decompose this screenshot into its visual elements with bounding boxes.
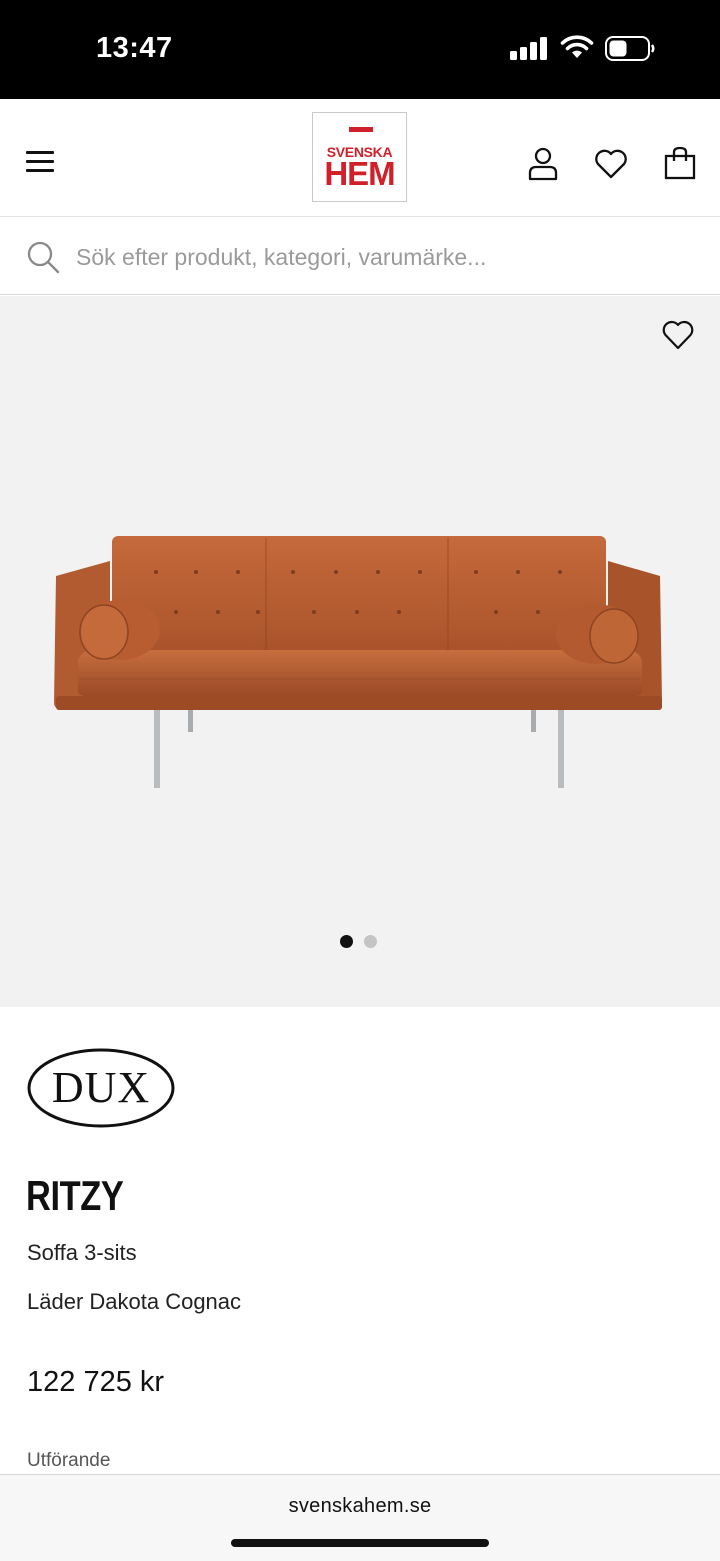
status-bar: 13:47 [0, 0, 720, 99]
wifi-icon [560, 35, 594, 58]
battery-icon [605, 36, 655, 61]
menu-icon[interactable] [26, 151, 54, 173]
search-icon[interactable] [26, 240, 60, 274]
carousel-dot-active[interactable] [340, 935, 353, 948]
search-bar [0, 218, 720, 295]
user-icon[interactable] [527, 147, 559, 181]
browser-url-bar[interactable]: svenskahem.se [0, 1474, 720, 1561]
product-price: 122 725 kr [27, 1366, 165, 1398]
search-input[interactable] [76, 238, 676, 276]
product-material: Läder Dakota Cognac [27, 1289, 242, 1314]
home-indicator[interactable] [231, 1539, 489, 1547]
product-name: RITZY [26, 1172, 124, 1219]
logo-bar [349, 127, 373, 132]
cellular-signal-icon [510, 36, 550, 60]
site-header: SVENSKA HEM [0, 99, 720, 217]
carousel-dot[interactable] [364, 935, 377, 948]
site-logo[interactable]: SVENSKA HEM [312, 112, 407, 202]
bag-icon[interactable] [664, 146, 696, 180]
heart-icon[interactable] [594, 149, 628, 179]
status-time: 13:47 [96, 32, 173, 64]
logo-main-text: HEM [324, 155, 395, 192]
variant-label: Utförande [27, 1450, 111, 1471]
url-text[interactable]: svenskahem.se [0, 1495, 720, 1518]
sofa-image [54, 536, 662, 788]
favorite-heart-icon[interactable] [662, 320, 694, 350]
product-image-gallery[interactable] [0, 296, 720, 1007]
brand-logo[interactable]: DUX [26, 1047, 176, 1129]
brand-name: DUX [51, 1063, 151, 1112]
product-type: Soffa 3-sits [27, 1240, 137, 1265]
